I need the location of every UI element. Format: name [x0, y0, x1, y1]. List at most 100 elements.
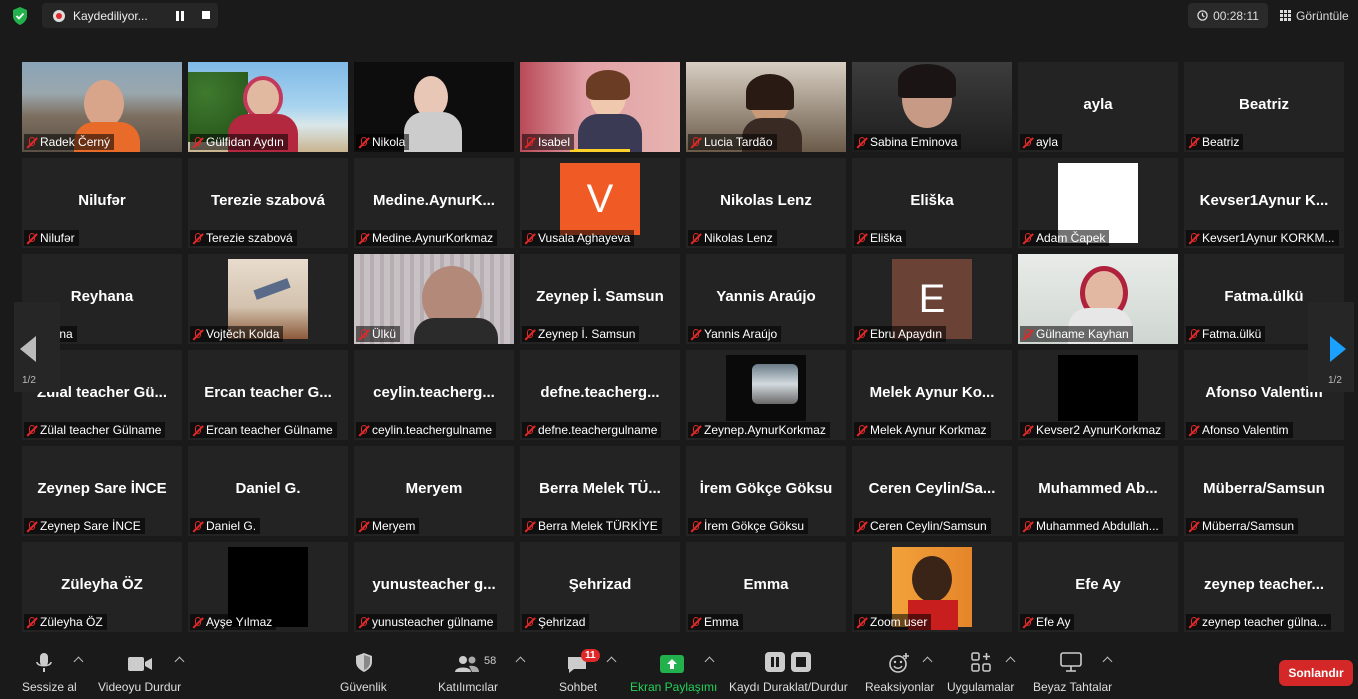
chat-button[interactable]: 11 Sohbet: [556, 640, 600, 699]
muted-microphone-icon: [856, 424, 867, 436]
clock-icon: [1197, 10, 1208, 21]
participant-tile[interactable]: defne.teacherg... defne.teachergulname: [520, 350, 680, 440]
participant-tile[interactable]: Ceren Ceylin/Sa... Ceren Ceylin/Samsun: [852, 446, 1012, 536]
participant-display-name: Emma: [743, 576, 789, 593]
previous-page-button[interactable]: 1/2: [14, 302, 60, 392]
pause-stop-recording-button[interactable]: Kaydı Duraklat/Durdur: [727, 640, 851, 699]
muted-microphone-icon: [358, 232, 369, 244]
participant-tile[interactable]: Yannis Araújo Yannis Araújo: [686, 254, 846, 344]
chat-options-chevron-icon[interactable]: [606, 656, 617, 667]
participant-tile[interactable]: Zeynep Sare İNCE Zeynep Sare İNCE: [22, 446, 182, 536]
participant-display-name: Beatriz: [1238, 96, 1290, 113]
participant-tile[interactable]: İrem Gökçe Göksu İrem Gökçe Göksu: [686, 446, 846, 536]
participant-name: Gülfidan Aydın: [206, 135, 284, 149]
share-screen-button[interactable]: Ekran Paylaşımı: [628, 640, 718, 699]
participant-name-label: ceylin.teachergulname: [356, 422, 497, 438]
muted-microphone-icon: [1022, 520, 1033, 532]
shield-icon[interactable]: [10, 6, 30, 26]
apps-button[interactable]: Uygulamalar: [944, 640, 1018, 699]
reactions-button[interactable]: Reaksiyonlar: [862, 640, 934, 699]
participant-tile[interactable]: Vojtěch Kolda: [188, 254, 348, 344]
participant-tile[interactable]: Berra Melek TÜ... Berra Melek TÜRKİYE: [520, 446, 680, 536]
participant-tile[interactable]: Gülfidan Aydın: [188, 62, 348, 152]
security-button[interactable]: Güvenlik: [338, 640, 390, 699]
muted-microphone-icon: [690, 520, 701, 532]
participant-tile[interactable]: Zeynep.AynurKorkmaz: [686, 350, 846, 440]
participant-tile[interactable]: Melek Aynur Ko... Melek Aynur Korkmaz: [852, 350, 1012, 440]
participant-name-label: Radek Černý: [24, 134, 115, 150]
participant-tile[interactable]: ayla ayla: [1018, 62, 1178, 152]
muted-microphone-icon: [192, 616, 203, 628]
view-label: Görüntüle: [1296, 8, 1349, 23]
participant-name: Müberra/Samsun: [1202, 519, 1295, 533]
participant-name-label: İrem Gökçe Göksu: [688, 518, 809, 534]
participant-tile[interactable]: Ercan teacher G... Ercan teacher Gülname: [188, 350, 348, 440]
muted-microphone-icon: [856, 520, 867, 532]
participants-options-chevron-icon[interactable]: [515, 656, 526, 667]
end-meeting-button[interactable]: Sonlandır: [1279, 660, 1353, 686]
participant-tile[interactable]: Efe Ay Efe Ay: [1018, 542, 1178, 632]
participant-display-name: Berra Melek TÜ...: [539, 480, 661, 497]
participant-name-label: Vusala Aghayeva: [522, 230, 635, 246]
participant-tile[interactable]: E Ebru Apaydın: [852, 254, 1012, 344]
participant-tile[interactable]: Adam Čapek: [1018, 158, 1178, 248]
participant-tile[interactable]: Nikola: [354, 62, 514, 152]
participant-tile[interactable]: Kevser1Aynur K... Kevser1Aynur KORKM...: [1184, 158, 1344, 248]
participant-name: Berra Melek TÜRKİYE: [538, 519, 658, 533]
muted-microphone-icon: [192, 424, 203, 436]
participant-tile[interactable]: Medine.AynurK... Medine.AynurKorkmaz: [354, 158, 514, 248]
participant-tile[interactable]: Terezie szabová Terezie szabová: [188, 158, 348, 248]
participant-name-label: Beatriz: [1186, 134, 1244, 150]
participant-tile[interactable]: Zoom user: [852, 542, 1012, 632]
participant-tile[interactable]: Lucia Tardão: [686, 62, 846, 152]
mute-button[interactable]: Sessize al: [18, 640, 78, 699]
participant-name-label: Zülal teacher Gülname: [24, 422, 166, 438]
participant-tile[interactable]: yunusteacher g... yunusteacher gülname: [354, 542, 514, 632]
participant-name: Eliška: [870, 231, 903, 245]
participant-display-name: ayla: [1083, 96, 1113, 113]
participant-name: Vusala Aghayeva: [538, 231, 631, 245]
next-page-button[interactable]: 1/2: [1308, 302, 1354, 392]
participant-name: Sabina Eminova: [870, 135, 958, 149]
meeting-toolbar: Sessize al Videoyu Durdur Güvenlik 58 Ka…: [0, 640, 1358, 699]
participant-tile[interactable]: Müberra/Samsun Müberra/Samsun: [1184, 446, 1344, 536]
participant-name: Gülname Kayhan: [1036, 327, 1129, 341]
participant-tile[interactable]: Muhammed Ab... Muhammed Abdullah...: [1018, 446, 1178, 536]
participant-tile[interactable]: Nikolas Lenz Nikolas Lenz: [686, 158, 846, 248]
participant-name: Nilufər: [40, 231, 75, 245]
participant-name-label: Ceren Ceylin/Samsun: [854, 518, 991, 534]
participant-name-label: zeynep teacher gülna...: [1186, 614, 1331, 630]
participant-tile[interactable]: zeynep teacher... zeynep teacher gülna...: [1184, 542, 1344, 632]
participant-tile[interactable]: Kevser2 AynurKorkmaz: [1018, 350, 1178, 440]
participant-tile[interactable]: Zeynep İ. Samsun Zeynep İ. Samsun: [520, 254, 680, 344]
participants-button[interactable]: 58 Katılımcılar: [436, 640, 500, 699]
participant-tile[interactable]: Gülname Kayhan: [1018, 254, 1178, 344]
pause-recording-icon[interactable]: [175, 11, 185, 21]
whiteboards-button[interactable]: Beyaz Tahtalar: [1030, 640, 1114, 699]
stop-video-button[interactable]: Videoyu Durdur: [96, 640, 186, 699]
participant-tile[interactable]: V Vusala Aghayeva: [520, 158, 680, 248]
participant-name: Muhammed Abdullah...: [1036, 519, 1159, 533]
reactions-label: Reaksiyonlar: [865, 680, 935, 694]
share-label: Ekran Paylaşımı: [630, 680, 718, 694]
participant-tile[interactable]: Emma Emma: [686, 542, 846, 632]
participant-tile[interactable]: Beatriz Beatriz: [1184, 62, 1344, 152]
chat-label: Sohbet: [559, 680, 598, 694]
security-label: Güvenlik: [340, 680, 387, 694]
participant-tile[interactable]: ceylin.teacherg... ceylin.teachergulname: [354, 350, 514, 440]
participant-tile[interactable]: Daniel G. Daniel G.: [188, 446, 348, 536]
participant-name: Meryem: [372, 519, 416, 533]
participant-tile[interactable]: Eliška Eliška: [852, 158, 1012, 248]
participant-tile[interactable]: Nilufər Nilufər: [22, 158, 182, 248]
view-button[interactable]: Görüntüle: [1280, 3, 1349, 28]
participant-tile[interactable]: Meryem Meryem: [354, 446, 514, 536]
participant-tile[interactable]: Sabina Eminova: [852, 62, 1012, 152]
meeting-timer: 00:28:11: [1188, 3, 1268, 28]
participant-tile[interactable]: Radek Černý: [22, 62, 182, 152]
participant-tile[interactable]: Ülkü: [354, 254, 514, 344]
participant-tile[interactable]: Ayşe Yılmaz: [188, 542, 348, 632]
participant-tile[interactable]: Isabel: [520, 62, 680, 152]
participant-tile[interactable]: Şehrizad Şehrizad: [520, 542, 680, 632]
participant-tile[interactable]: Züleyha ÖZ Züleyha ÖZ: [22, 542, 182, 632]
stop-recording-icon[interactable]: [202, 11, 210, 19]
